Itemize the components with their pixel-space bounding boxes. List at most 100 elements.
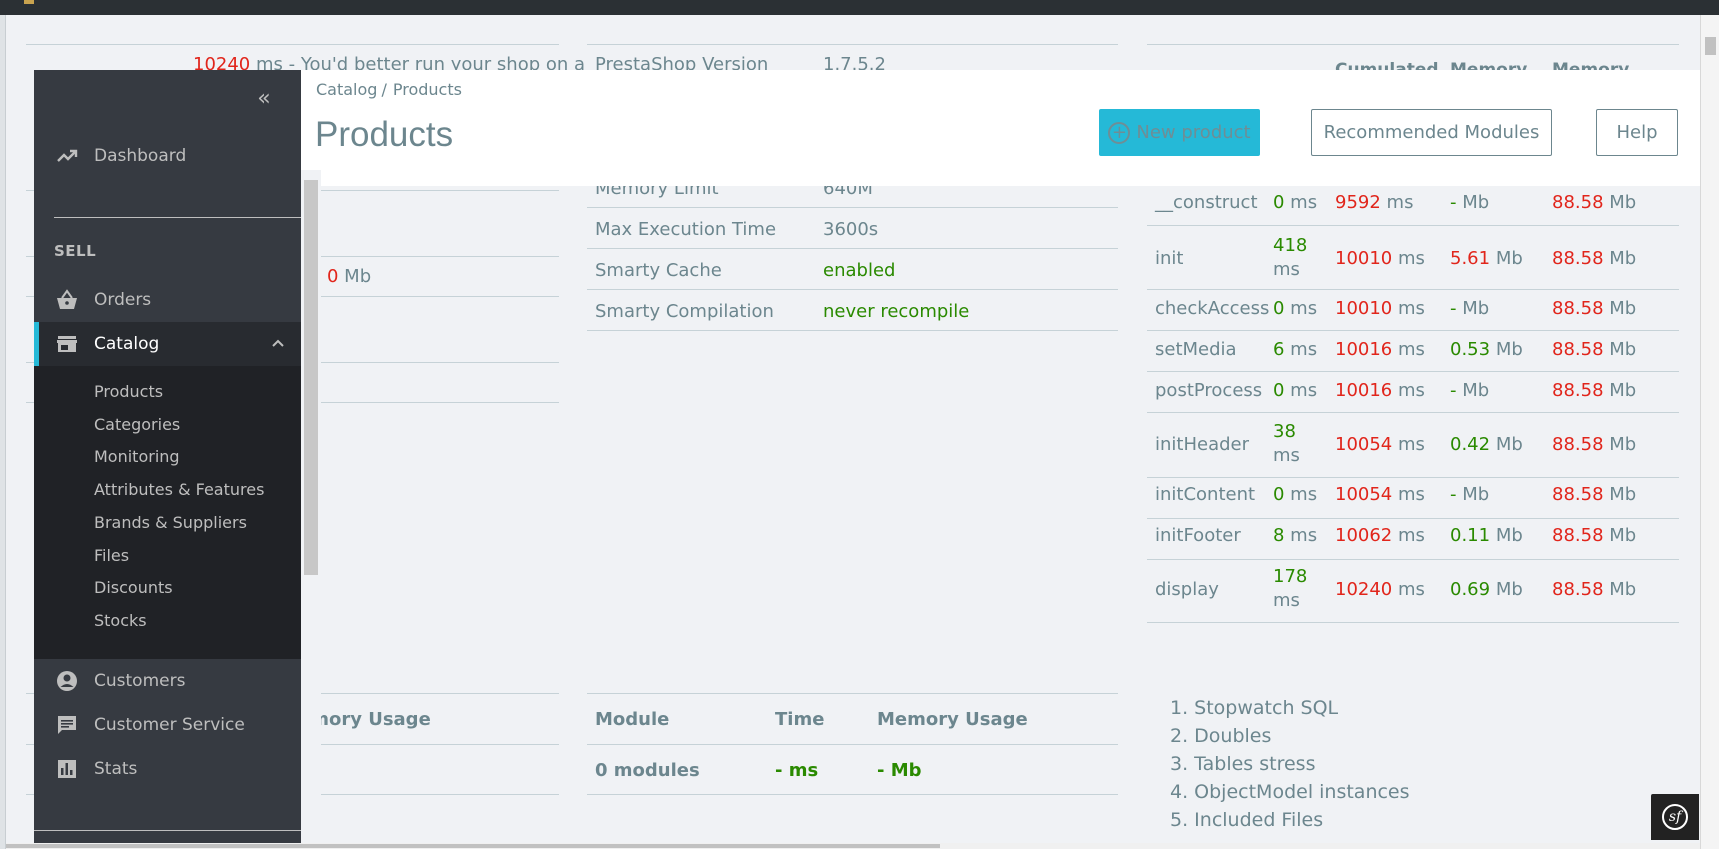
help-label: Help (1616, 122, 1658, 143)
help-button[interactable]: Help (1596, 109, 1678, 156)
breadcrumb-current: Products (392, 80, 462, 99)
stopwatch-row-name: display (1155, 579, 1219, 600)
divider (587, 44, 1118, 45)
profiler-link[interactable]: 5. Included Files (1170, 806, 1410, 834)
cell-value: - Mb (877, 760, 922, 781)
sidebar-item-customers[interactable]: Customers (34, 659, 301, 703)
time-value: 0 (1273, 380, 1285, 401)
time-value: 418 (1273, 235, 1308, 256)
divider (587, 744, 1118, 745)
submenu-item-monitoring[interactable]: Monitoring (94, 447, 180, 466)
sidebar-item-label: Stats (94, 759, 138, 779)
cell-value: 0 modules (595, 760, 700, 781)
sidebar-item-stats[interactable]: Stats (34, 747, 301, 791)
peak-value: 88.58 (1552, 248, 1604, 269)
peak-value: 88.58 (1552, 192, 1604, 213)
sidebar-item-catalog[interactable]: Catalog (34, 322, 301, 366)
submenu-item-stocks[interactable]: Stocks (94, 611, 147, 630)
sidebar-scrollbar[interactable] (301, 170, 321, 849)
stopwatch-memory: - Mb (1450, 484, 1489, 505)
sidebar-item-dashboard[interactable]: Dashboard (34, 134, 301, 178)
time-value: 6 (1273, 339, 1285, 360)
divider (1147, 518, 1679, 519)
collapse-sidebar-icon[interactable]: « (249, 88, 279, 110)
stopwatch-peak-memory: 88.58 Mb (1552, 434, 1636, 455)
unit: ms (1398, 248, 1425, 269)
stopwatch-time: 8 ms (1273, 525, 1317, 546)
peak-value: 88.58 (1552, 434, 1604, 455)
sidebar-item-orders[interactable]: Orders (34, 278, 301, 322)
breadcrumb-link-catalog[interactable]: Catalog (316, 80, 377, 99)
divider (26, 44, 559, 45)
shopping-basket-icon (57, 289, 77, 309)
stopwatch-row-name: initContent (1155, 484, 1256, 505)
new-product-button[interactable]: + New product (1099, 109, 1260, 156)
page-horizontal-scrollbar[interactable] (6, 843, 1700, 849)
submenu-item-categories[interactable]: Categories (94, 415, 180, 434)
stopwatch-peak-memory: 88.58 Mb (1552, 248, 1636, 269)
divider (1147, 622, 1679, 623)
time-unit: ms (1284, 380, 1318, 401)
divider (1147, 289, 1679, 290)
column-header: Module (595, 709, 670, 730)
submenu-item-brands-suppliers[interactable]: Brands & Suppliers (94, 513, 247, 532)
unit: Mb (1609, 192, 1637, 213)
trending-up-icon (57, 149, 78, 162)
submenu-item-files[interactable]: Files (94, 546, 129, 565)
stopwatch-time: 178 ms (1273, 565, 1307, 613)
cumulated-value: 10010 (1335, 248, 1393, 269)
unit: ms (1386, 192, 1414, 213)
sidebar-item-label: Customer Service (94, 715, 245, 735)
cell-value: - ms (775, 760, 819, 781)
stopwatch-memory: - Mb (1450, 380, 1489, 401)
unit: Mb (1609, 248, 1637, 269)
time-value: 0 (1273, 192, 1285, 213)
profiler-link[interactable]: 3. Tables stress (1170, 750, 1410, 778)
breadcrumb: Catalog / Products (316, 80, 462, 99)
page-vertical-scrollbar[interactable] (1700, 15, 1719, 849)
submenu-item-products[interactable]: Products (94, 382, 163, 401)
peak-value: 88.58 (1552, 484, 1604, 505)
memory-partial-value: 0 (327, 266, 339, 287)
unit: Mb (1495, 339, 1523, 360)
unit: ms (1398, 380, 1425, 401)
submenu-item-discounts[interactable]: Discounts (94, 578, 173, 597)
memory-partial-unit: Mb (338, 266, 372, 287)
recommended-modules-button[interactable]: Recommended Modules (1311, 109, 1552, 156)
stopwatch-cumulated: 9592 ms (1335, 192, 1413, 213)
stopwatch-time: 418 ms (1273, 234, 1307, 282)
unit: Mb (1609, 484, 1637, 505)
recommended-modules-label: Recommended Modules (1323, 122, 1540, 143)
scrollbar-thumb[interactable] (1705, 37, 1716, 55)
stopwatch-row-name: init (1155, 248, 1184, 269)
time-unit: ms (1284, 339, 1318, 360)
account-circle-icon (57, 671, 77, 691)
profiler-link[interactable]: 2. Doubles (1170, 722, 1410, 750)
unit: ms (1398, 339, 1425, 360)
unit: Mb (1609, 579, 1637, 600)
scrollbar-thumb[interactable] (6, 844, 940, 848)
divider (587, 794, 1118, 795)
profiler-link[interactable]: 4. ObjectModel instances (1170, 778, 1410, 806)
memory-value: - (1450, 484, 1457, 505)
peak-value: 88.58 (1552, 298, 1604, 319)
profiler-link[interactable]: 1. Stopwatch SQL (1170, 694, 1410, 722)
stopwatch-time: 6 ms (1273, 339, 1317, 360)
sidebar-item-label: Customers (94, 671, 186, 691)
sidebar-item-customer-service[interactable]: Customer Service (34, 703, 301, 747)
plus-circle-icon: + (1108, 121, 1131, 144)
config-label: Max Execution Time (595, 219, 777, 240)
cumulated-value: 10010 (1335, 298, 1393, 319)
time-unit: ms (1273, 445, 1300, 466)
submenu-item-attributes-features[interactable]: Attributes & Features (94, 480, 264, 499)
cumulated-value: 10016 (1335, 380, 1393, 401)
symfony-toolbar-toggle[interactable]: sf (1651, 794, 1699, 840)
divider (1147, 477, 1679, 478)
scrollbar-thumb[interactable] (304, 180, 318, 575)
sidebar-divider (34, 830, 301, 831)
divider (1147, 44, 1679, 45)
stopwatch-cumulated: 10054 ms (1335, 434, 1425, 455)
stopwatch-peak-memory: 88.58 Mb (1552, 525, 1636, 546)
column-header: Memory Usage (877, 709, 1028, 730)
memory-value: 5.61 (1450, 248, 1491, 269)
